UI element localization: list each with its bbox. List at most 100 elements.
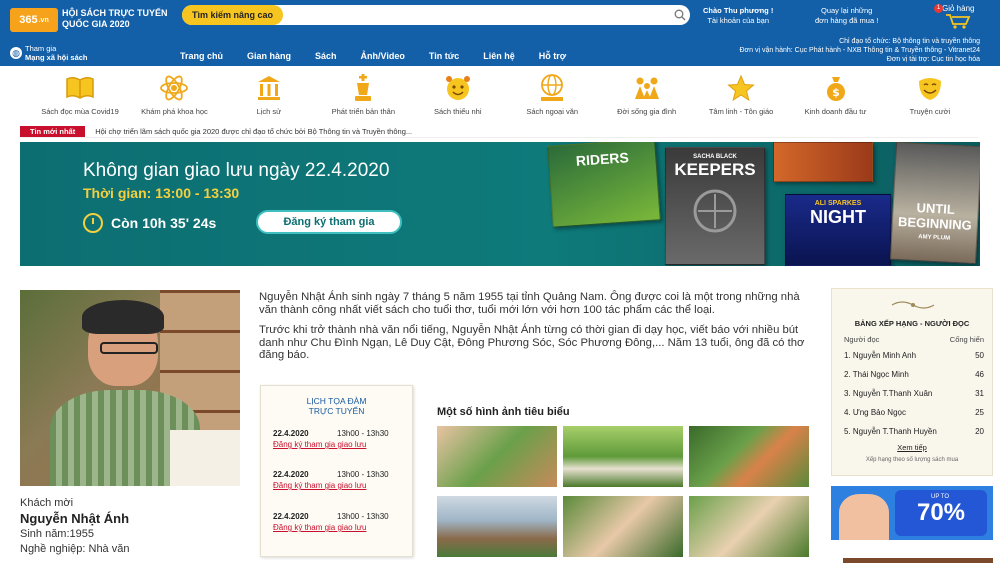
category-label: Phát triển bản thân: [331, 107, 395, 116]
banner-title: Không gian giao lưu ngày 22.4.2020: [83, 160, 390, 181]
family-icon: [631, 72, 663, 104]
gallery-photo[interactable]: [689, 426, 809, 487]
account-text: Tài khoản của bạn: [707, 16, 770, 25]
book-cover-riders: RIDERS: [547, 142, 661, 228]
ornament-icon: [890, 299, 936, 311]
gallery-photo[interactable]: [437, 496, 557, 557]
category-science[interactable]: Khám phá khoa học: [134, 70, 214, 122]
ranking-note: Xếp hạng theo số lượng sách mua: [865, 457, 959, 463]
site-logo[interactable]: 365 .vn: [10, 8, 58, 32]
cart-button[interactable]: 1 Giỏ hàng: [934, 4, 975, 31]
schedule-row: 22.4.2020 13h00 - 13h30 Đăng ký tham gia…: [273, 512, 403, 532]
schedule-time: 13h00 - 13h30: [337, 470, 389, 479]
category-spiritual[interactable]: Tâm linh - Tôn giáo: [701, 70, 781, 122]
child-face-icon: [442, 72, 474, 104]
nav-books[interactable]: Sách: [315, 51, 337, 61]
organizer-line1: Chỉ đạo tổ chức: Bộ thông tin và truyền …: [839, 38, 980, 45]
temple-icon: [253, 72, 285, 104]
money-bag-icon: $: [820, 72, 852, 104]
register-button[interactable]: Đăng ký tham gia: [256, 210, 402, 234]
organizer-line2: Đơn vị vận hành: Cục Phát hành - NXB Thô…: [739, 47, 980, 54]
gallery-photo[interactable]: [689, 496, 809, 557]
chess-king-icon: [347, 72, 379, 104]
guest-bio: Nguyễn Nhật Ánh sinh ngày 7 tháng 5 năm …: [259, 291, 812, 370]
ranking-col-reader: Người đọc: [844, 335, 880, 344]
schedule-date: 22.4.2020: [273, 429, 309, 438]
logo-suffix: .vn: [38, 16, 49, 24]
schedule-title: LỊCH TỌA ĐÀM TRỰC TUYẾN: [306, 396, 367, 416]
promo-upto: UP TO: [930, 494, 949, 500]
schedule-register-link[interactable]: Đăng ký tham gia giao lưu: [273, 523, 403, 532]
ranking-title: BẢNG XẾP HẠNG - NGƯỜI ĐỌC: [854, 319, 970, 328]
category-family[interactable]: Đời sống gia đình: [607, 70, 687, 122]
book-cover-until: UNTIL BEGINNING AMY PLUM: [889, 142, 980, 265]
category-self-development[interactable]: Phát triển bản thân: [323, 70, 403, 122]
promo-person-image: [839, 494, 889, 540]
schedule-register-link[interactable]: Đăng ký tham gia giao lưu: [273, 481, 403, 490]
search-input[interactable]: [283, 6, 670, 24]
social-network-link[interactable]: ◍ Tham gia Mạng xã hội sách: [10, 44, 88, 62]
category-label: Lịch sử: [256, 107, 282, 116]
star-icon: [725, 72, 757, 104]
book-cover-night: ALI SPARKES NIGHT: [785, 194, 891, 266]
atom-icon: [158, 72, 190, 104]
ranking-row: 4. Ưng Bảo Ngọc 25: [844, 408, 984, 417]
organizer-line3: Đơn vị tài trợ: Cục tin học hóa: [886, 56, 980, 63]
category-label: Sách ngoại văn: [526, 107, 579, 116]
ticker-text[interactable]: Hội chợ triển lãm sách quốc gia 2020 đượ…: [95, 127, 412, 136]
cart-label: Giỏ hàng: [942, 4, 975, 13]
reader-ranking: BẢNG XẾP HẠNG - NGƯỜI ĐỌC Người đọc Cống…: [831, 288, 993, 476]
category-covid[interactable]: Sách đọc mùa Covid19: [40, 70, 120, 122]
category-comedy[interactable]: Truyện cười: [890, 70, 970, 122]
ranking-row: 3. Nguyễn T.Thanh Xuân 31: [844, 389, 984, 398]
search-icon[interactable]: [670, 5, 690, 25]
category-label: Khám phá khoa học: [141, 107, 208, 116]
search-bar: Tìm kiếm nâng cao: [182, 5, 690, 25]
nav-media[interactable]: Ảnh/Video: [361, 51, 405, 61]
advanced-search-button[interactable]: Tìm kiếm nâng cao: [182, 5, 284, 25]
category-history[interactable]: Lịch sử: [229, 70, 309, 122]
nav-home[interactable]: Trang chủ: [180, 51, 223, 61]
gallery-photo[interactable]: [563, 426, 683, 487]
gallery-photo[interactable]: [563, 496, 683, 557]
guest-label: Khách mời: [20, 497, 74, 509]
ranking-header: Người đọc Cống hiến: [844, 335, 984, 344]
category-foreign[interactable]: Sách ngoại văn: [512, 70, 592, 122]
globe-book-icon: [536, 72, 568, 104]
organizer-info: Chỉ đạo tổ chức: Bộ thông tin và truyền …: [739, 37, 980, 64]
guest-birth: Sinh năm:1955: [20, 528, 94, 540]
site-title-line1: HỘI SÁCH TRỰC TUYẾN: [62, 8, 168, 18]
site-title: HỘI SÁCH TRỰC TUYẾN QUỐC GIA 2020: [62, 8, 167, 30]
gallery-photo[interactable]: [437, 426, 557, 487]
nav-contact[interactable]: Liên hệ: [483, 51, 515, 61]
ticker-tag: Tin mới nhất: [20, 126, 86, 137]
category-label: Truyện cười: [909, 107, 951, 116]
schedule-date: 22.4.2020: [273, 470, 309, 479]
nav-booths[interactable]: Gian hàng: [247, 51, 291, 61]
promo-strip: [843, 558, 993, 563]
account-link[interactable]: Chào Thu phương ! Tài khoản của bạn: [703, 6, 773, 26]
orders-link[interactable]: Quay lại những đơn hàng đã mua !: [815, 6, 878, 26]
social-line2: Mạng xã hội sách: [25, 53, 88, 62]
category-label: Đời sống gia đình: [617, 107, 677, 116]
event-banner: Không gian giao lưu ngày 22.4.2020 Thời …: [20, 142, 980, 266]
guest-job: Nghề nghiệp: Nhà văn: [20, 543, 130, 555]
schedule-time: 13h00 - 13h30: [337, 512, 389, 521]
schedule-row: 22.4.2020 13h00 - 13h30 Đăng ký tham gia…: [273, 429, 403, 449]
clock-icon: [83, 213, 103, 233]
category-business[interactable]: $ Kinh doanh đầu tư: [796, 70, 876, 122]
globe-icon: ◍: [10, 47, 22, 59]
schedule-row: 22.4.2020 13h00 - 13h30 Đăng ký tham gia…: [273, 470, 403, 490]
nav-support[interactable]: Hỗ trợ: [539, 51, 566, 61]
logo-text: 365: [19, 14, 38, 26]
promo-banner[interactable]: 70% UP TO: [831, 486, 993, 540]
gallery-title: Một số hình ảnh tiêu biểu: [437, 406, 570, 418]
schedule-register-link[interactable]: Đăng ký tham gia giao lưu: [273, 440, 403, 449]
book-cover-orange: [773, 142, 873, 182]
guest-photo: [20, 290, 240, 486]
nav-news[interactable]: Tin tức: [429, 51, 459, 61]
category-children[interactable]: Sách thiếu nhi: [418, 70, 498, 122]
guest-name: Nguyễn Nhật Ánh: [20, 511, 130, 526]
ranking-more-link[interactable]: Xem tiếp: [832, 443, 992, 452]
category-bar: Sách đọc mùa Covid19 Khám phá khoa học L…: [40, 70, 970, 122]
